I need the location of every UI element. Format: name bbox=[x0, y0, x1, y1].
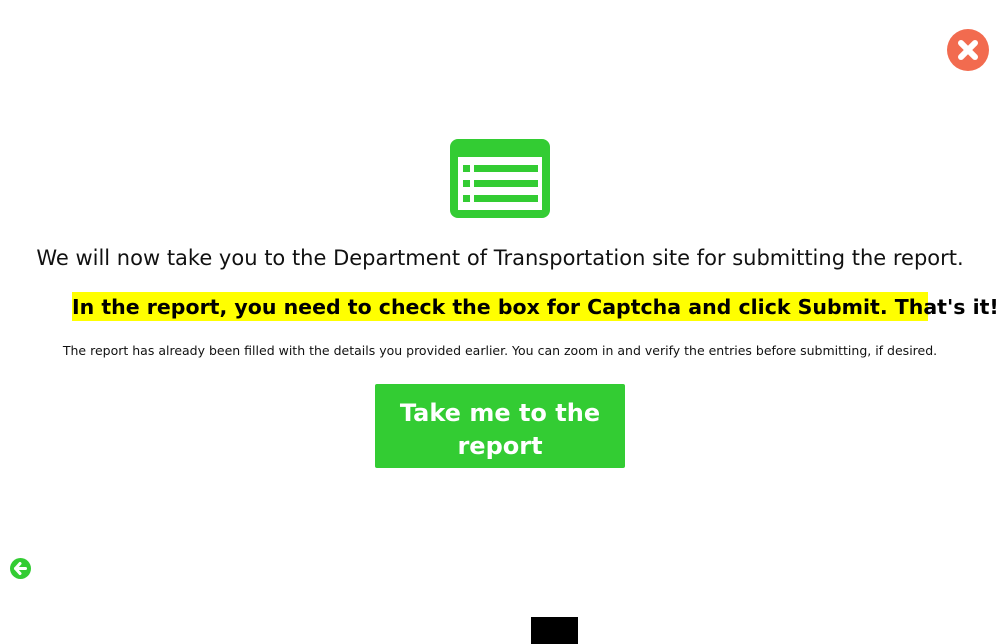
list-icon bbox=[450, 139, 550, 218]
captcha-instruction: In the report, you need to check the box… bbox=[72, 292, 999, 321]
black-block bbox=[531, 617, 578, 644]
arrow-left-circle-icon[interactable] bbox=[10, 558, 31, 579]
redirect-message: We will now take you to the Department o… bbox=[36, 246, 964, 270]
take-me-to-report-button[interactable]: Take me to the report bbox=[375, 384, 625, 468]
close-button[interactable] bbox=[947, 29, 989, 71]
prefilled-note: The report has already been filled with … bbox=[62, 343, 938, 358]
close-icon bbox=[958, 40, 978, 60]
